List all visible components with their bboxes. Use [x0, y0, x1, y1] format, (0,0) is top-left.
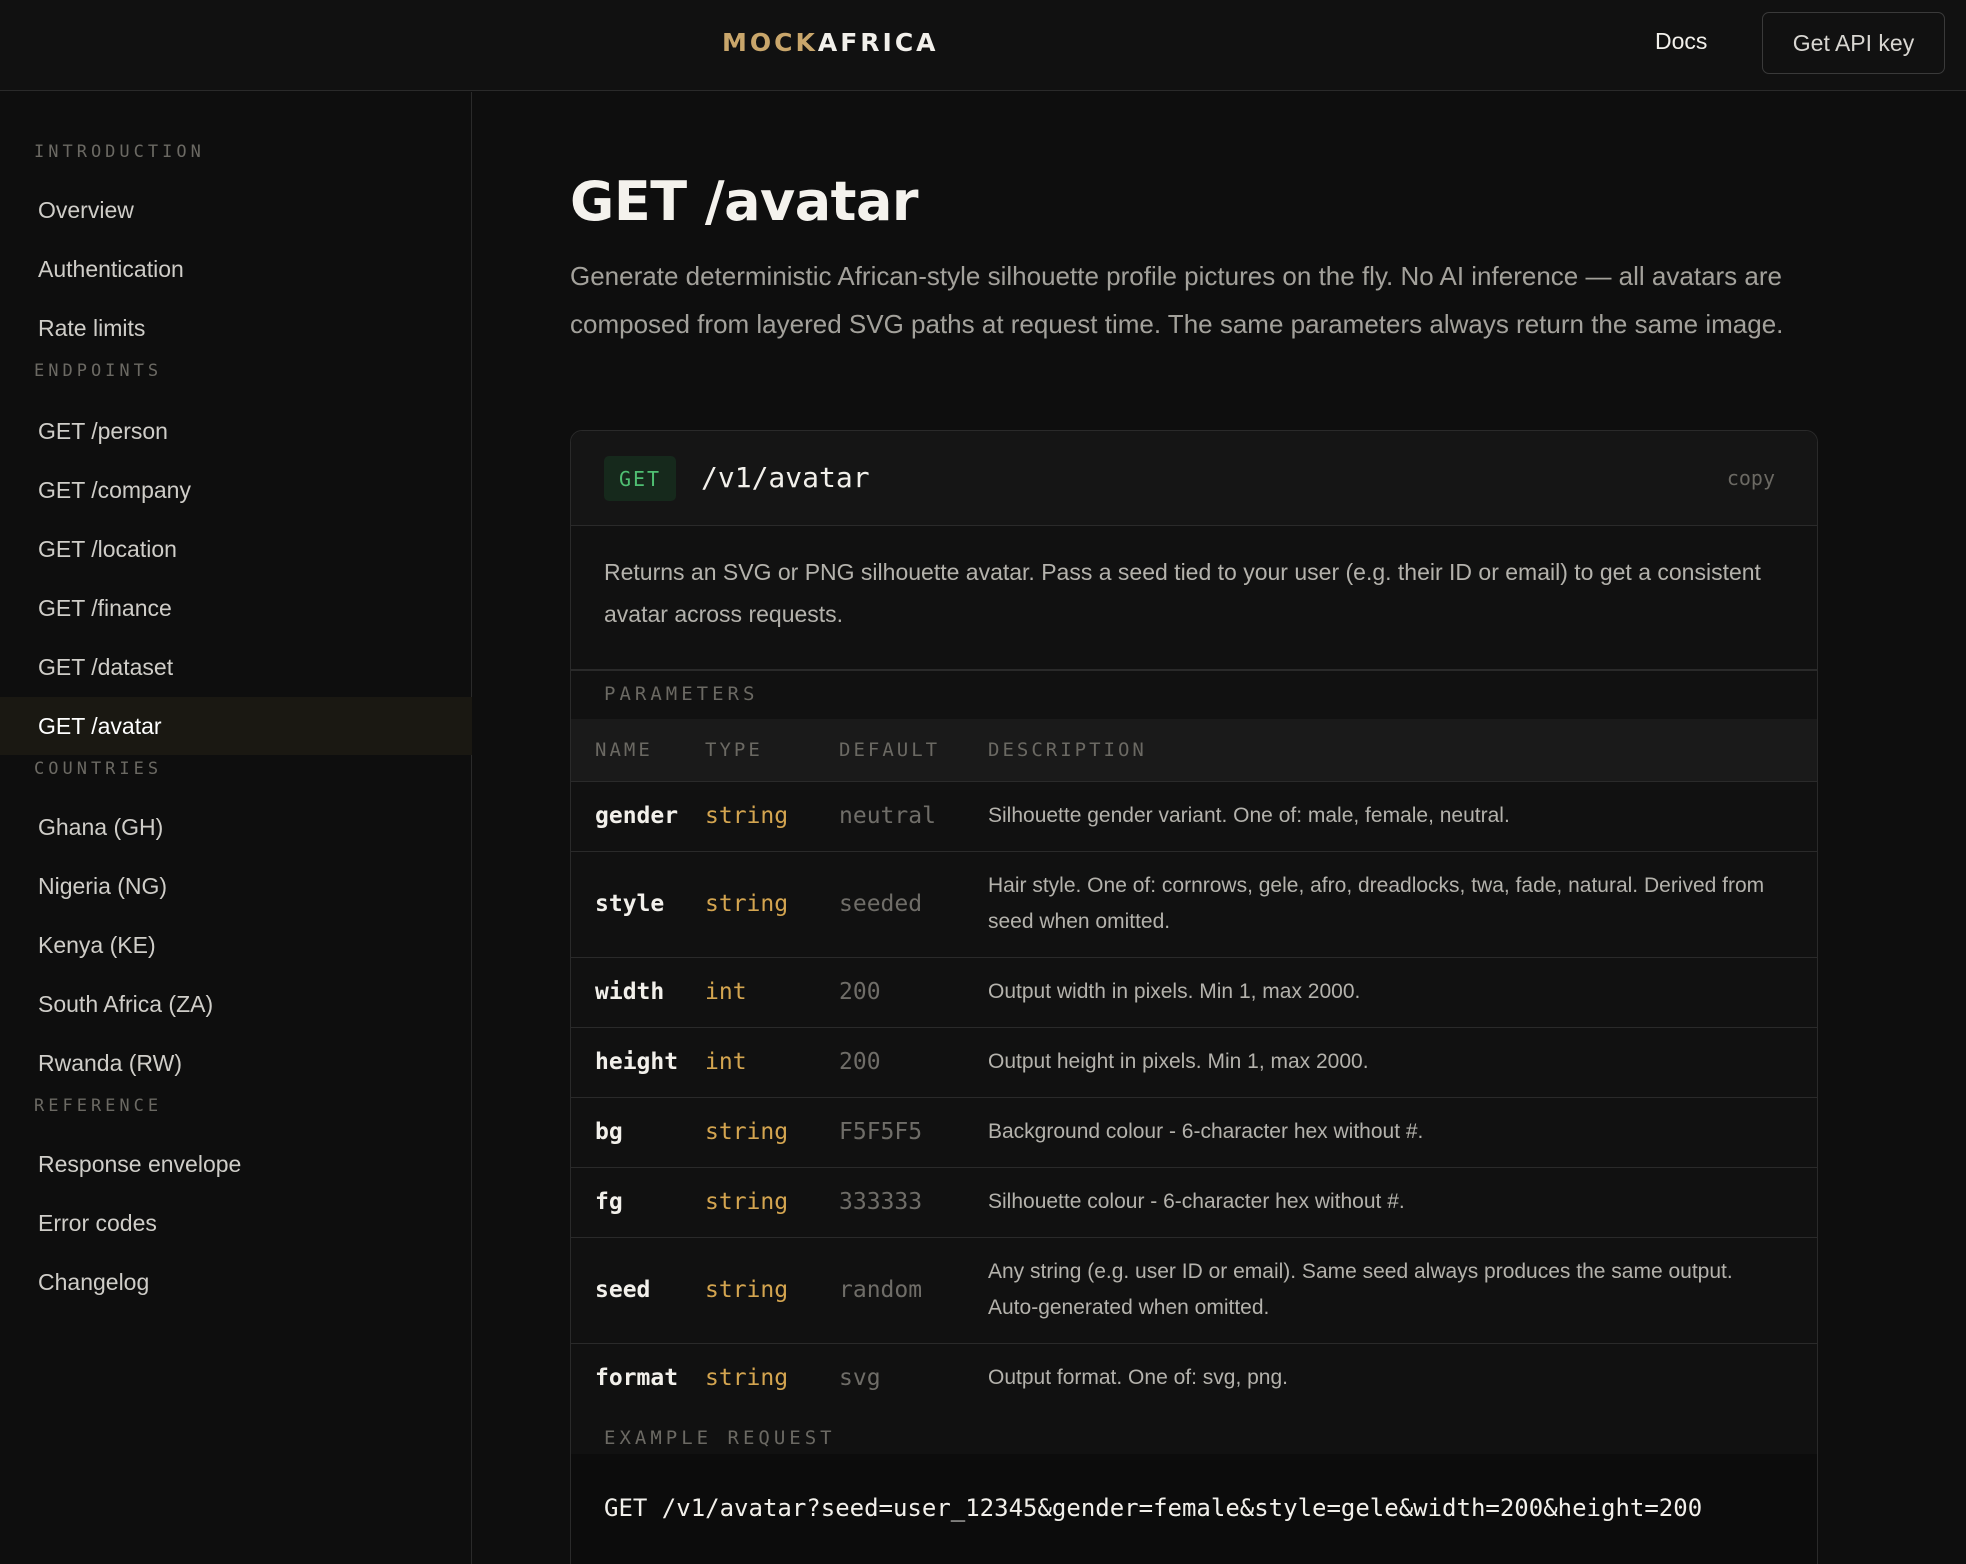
get-api-key-button[interactable]: Get API key [1762, 12, 1945, 74]
table-row: format string svg Output format. One of:… [571, 1343, 1817, 1413]
param-type: string [705, 1365, 789, 1392]
table-row: style string seeded Hair style. One of: … [571, 851, 1817, 958]
sidebar-section-endpoints: ENDPOINTS [34, 361, 163, 381]
param-default: seeded [839, 851, 988, 958]
param-description: Hair style. One of: cornrows, gele, afro… [988, 851, 1817, 958]
sidebar-section-countries: COUNTRIES [34, 759, 163, 779]
endpoint-description: Returns an SVG or PNG silhouette avatar.… [604, 559, 1761, 627]
param-description: Output width in pixels. Min 1, max 2000. [988, 957, 1817, 1028]
param-default: 200 [839, 957, 988, 1028]
param-name: gender [571, 781, 705, 852]
sidebar-item-kenya[interactable]: Kenya (KE) [0, 916, 472, 974]
table-header-row: NAME TYPE DEFAULT DESCRIPTION [571, 719, 1817, 782]
sidebar-item-get-avatar[interactable]: GET /avatar [0, 697, 472, 755]
param-description: Background colour - 6-character hex with… [988, 1097, 1817, 1168]
sidebar-item-get-location[interactable]: GET /location [0, 520, 472, 578]
parameters-table: NAME TYPE DEFAULT DESCRIPTION gender str… [571, 719, 1817, 1413]
page-title: GET /avatar [570, 170, 919, 233]
table-row: fg string 333333 Silhouette colour - 6-c… [571, 1167, 1817, 1238]
sidebar-item-get-person[interactable]: GET /person [0, 402, 472, 460]
table-row: bg string F5F5F5 Background colour - 6-c… [571, 1097, 1817, 1168]
param-type: string [705, 1097, 839, 1168]
docs-link[interactable]: Docs [1655, 28, 1707, 55]
table-row: gender string neutral Silhouette gender … [571, 781, 1817, 852]
sidebar-item-nigeria[interactable]: Nigeria (NG) [0, 857, 472, 915]
param-default: random [839, 1237, 988, 1344]
example-request-code[interactable]: GET /v1/avatar?seed=user_12345&gender=fe… [604, 1494, 1702, 1522]
endpoint-header: GET /v1/avatar copy [571, 431, 1817, 526]
sidebar-item-rwanda[interactable]: Rwanda (RW) [0, 1034, 472, 1092]
logo-part-africa: AFRICA [817, 28, 939, 57]
param-type: string [705, 1167, 839, 1238]
endpoint-card: GET /v1/avatar copy Returns an SVG or PN… [570, 430, 1818, 1564]
parameters-label: PARAMETERS [604, 683, 759, 705]
param-type: string [705, 851, 839, 958]
param-type: string [705, 1237, 839, 1344]
sidebar-section-introduction: INTRODUCTION [34, 142, 205, 162]
param-type: int [705, 1027, 839, 1098]
param-name: height [571, 1027, 705, 1098]
sidebar-item-authentication[interactable]: Authentication [0, 240, 472, 298]
copy-button[interactable]: copy [1727, 466, 1775, 490]
param-description: Any string (e.g. user ID or email). Same… [988, 1237, 1817, 1344]
sidebar-item-changelog[interactable]: Changelog [0, 1253, 472, 1311]
param-type: int [705, 957, 839, 1028]
param-name: style [571, 851, 705, 958]
param-description: Output format. One of: svg, png. [988, 1366, 1288, 1390]
column-header-name: NAME [571, 719, 705, 782]
sidebar-item-get-dataset[interactable]: GET /dataset [0, 638, 472, 696]
table-row: height int 200 Output height in pixels. … [571, 1027, 1817, 1098]
sidebar-item-error-codes[interactable]: Error codes [0, 1194, 472, 1252]
top-bar: MOCKAFRICA Docs Get API key [0, 0, 1966, 91]
table-row: width int 200 Output width in pixels. Mi… [571, 957, 1817, 1028]
sidebar-item-south-africa[interactable]: South Africa (ZA) [0, 975, 472, 1033]
param-description: Silhouette colour - 6-character hex with… [988, 1167, 1817, 1238]
param-name: format [595, 1365, 679, 1392]
sidebar-item-get-finance[interactable]: GET /finance [0, 579, 472, 637]
param-description: Silhouette gender variant. One of: male,… [988, 781, 1817, 852]
example-request-label: EXAMPLE REQUEST [604, 1427, 836, 1449]
param-name: bg [571, 1097, 705, 1168]
param-default: neutral [839, 781, 988, 852]
page-description: Generate deterministic African-style sil… [570, 261, 1784, 339]
sidebar-item-response-envelope[interactable]: Response envelope [0, 1135, 472, 1193]
param-default: 333333 [839, 1167, 988, 1238]
sidebar-item-overview[interactable]: Overview [0, 181, 472, 239]
param-type: string [705, 781, 839, 852]
sidebar: INTRODUCTION Overview Authentication Rat… [0, 92, 472, 1564]
column-header-type: TYPE [705, 719, 839, 782]
endpoint-path: /v1/avatar [701, 461, 870, 494]
method-badge: GET [604, 456, 676, 501]
param-default: svg [839, 1365, 881, 1392]
sidebar-item-ghana[interactable]: Ghana (GH) [0, 798, 472, 856]
param-name: seed [571, 1237, 705, 1344]
param-name: fg [571, 1167, 705, 1238]
divider [571, 669, 1817, 671]
example-request-box: GET /v1/avatar?seed=user_12345&gender=fe… [571, 1454, 1817, 1564]
column-header-default: DEFAULT [839, 719, 988, 782]
logo[interactable]: MOCKAFRICA [722, 28, 939, 57]
param-name: width [571, 957, 705, 1028]
table-row: seed string random Any string (e.g. user… [571, 1237, 1817, 1344]
param-default: 200 [839, 1027, 988, 1098]
sidebar-item-get-company[interactable]: GET /company [0, 461, 472, 519]
logo-part-mock: MOCK [722, 28, 818, 57]
column-header-description: DESCRIPTION [988, 719, 1817, 782]
sidebar-section-reference: REFERENCE [34, 1096, 163, 1116]
param-default: F5F5F5 [839, 1097, 988, 1168]
param-description: Output height in pixels. Min 1, max 2000… [988, 1027, 1817, 1098]
sidebar-item-rate-limits[interactable]: Rate limits [0, 299, 472, 357]
